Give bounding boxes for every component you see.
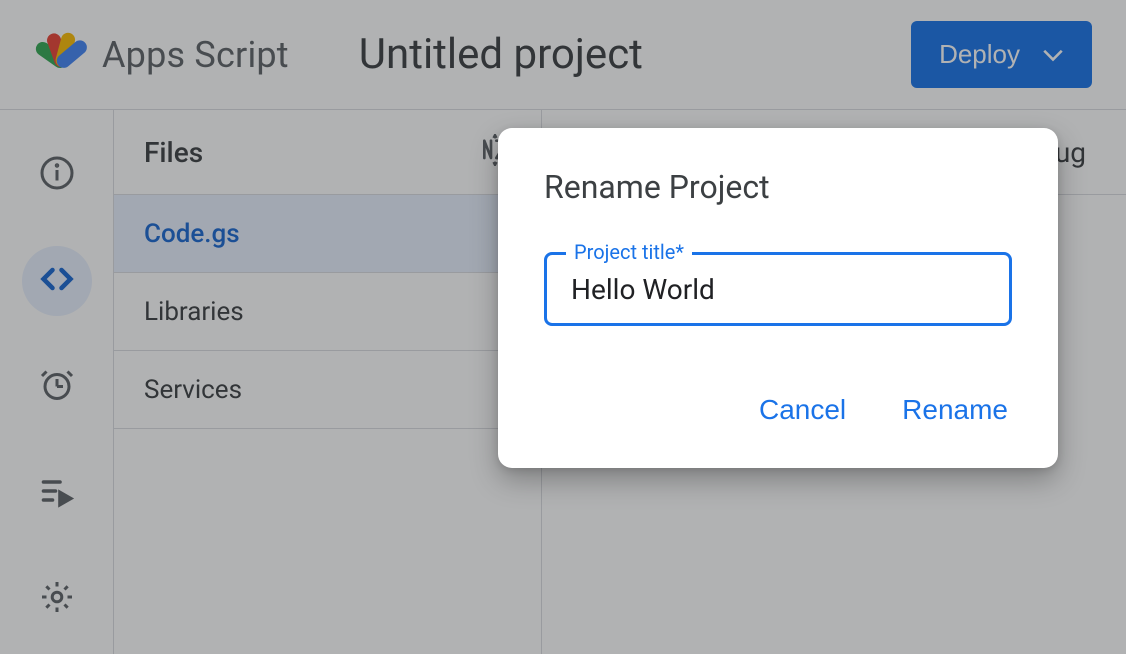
dialog-title: Rename Project xyxy=(544,168,1012,206)
rename-project-dialog: Rename Project Project title* Cancel Ren… xyxy=(498,128,1058,468)
rename-button[interactable]: Rename xyxy=(898,386,1012,434)
dialog-actions: Cancel Rename xyxy=(544,386,1012,434)
cancel-button[interactable]: Cancel xyxy=(755,386,850,434)
project-title-field: Project title* xyxy=(544,252,1012,326)
project-title-label: Project title* xyxy=(566,240,692,264)
